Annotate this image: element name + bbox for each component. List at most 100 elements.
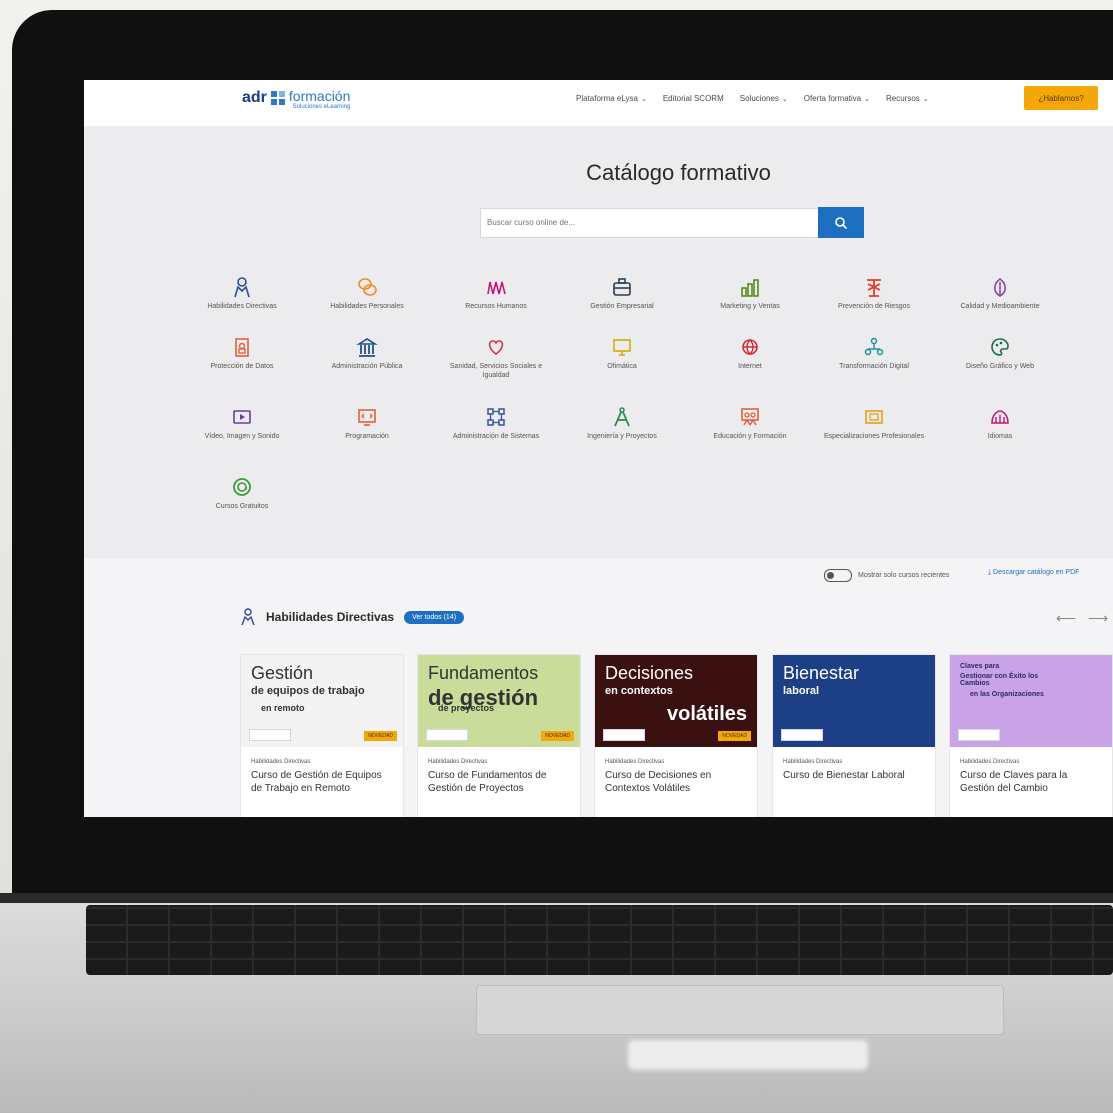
category-item[interactable]: Habilidades Personales bbox=[317, 276, 417, 311]
category-item[interactable]: Protección de Datos bbox=[192, 336, 292, 371]
thumb-line3: volátiles bbox=[667, 703, 748, 725]
adr-mini-logo bbox=[426, 729, 468, 741]
course-card[interactable]: Claves para Gestionar con Éxito los Camb… bbox=[949, 654, 1113, 817]
category-label: Prevención de Riesgos bbox=[838, 303, 910, 310]
chat-bubbles-icon bbox=[358, 278, 377, 296]
site-logo[interactable]: adr formación Soluciones eLearning bbox=[242, 88, 351, 111]
category-label: Ofimática bbox=[607, 363, 637, 370]
arrow-left-icon[interactable]: ⟵ bbox=[1056, 610, 1076, 627]
nav-plataforma-elysa[interactable]: Plataforma eLysa ⌄ bbox=[576, 94, 647, 103]
card-course-name[interactable]: Curso de Bienestar Laboral bbox=[783, 769, 923, 782]
category-item[interactable]: Especializaciones Profesionales bbox=[824, 406, 924, 441]
thumb-line1: Bienestar bbox=[783, 663, 860, 683]
category-label: Recursos Humanos bbox=[465, 303, 527, 310]
adr-mini-logo bbox=[603, 729, 645, 741]
category-item[interactable]: Ofimática bbox=[572, 336, 672, 371]
card-category: Habilidades Directivas bbox=[783, 759, 843, 765]
course-thumbnail[interactable]: Decisiones en contextos volátiles NOVEDA… bbox=[595, 655, 757, 747]
nav-editorial-scorm[interactable]: Editorial SCORM bbox=[663, 94, 724, 103]
arrow-right-icon[interactable]: ⟶ bbox=[1088, 610, 1108, 627]
category-label: Sanidad, Servicios Sociales e Igualdad bbox=[449, 363, 543, 379]
search-button[interactable] bbox=[818, 207, 864, 238]
logo-subtitle: Soluciones eLearning bbox=[292, 104, 351, 110]
category-item[interactable]: Programación bbox=[317, 406, 417, 441]
building-icon bbox=[356, 338, 378, 357]
category-item[interactable]: Calidad y Medioambiente bbox=[950, 276, 1050, 311]
course-thumbnail[interactable]: Claves para Gestionar con Éxito los Camb… bbox=[950, 655, 1112, 747]
palette-icon bbox=[991, 338, 1009, 356]
adr-mini-logo bbox=[781, 729, 823, 741]
monitor-icon bbox=[613, 339, 631, 356]
see-all-badge[interactable]: Ver todos (14) bbox=[404, 610, 465, 624]
course-card[interactable]: Fundamentos de gestión de proyectos NOVE… bbox=[417, 654, 581, 817]
category-label: Protección de Datos bbox=[210, 363, 274, 370]
toggle-switch[interactable] bbox=[824, 569, 852, 582]
thumb-line3: en las Organizaciones bbox=[970, 691, 1044, 698]
card-category: Habilidades Directivas bbox=[428, 759, 488, 765]
course-card[interactable]: Bienestar laboral Habilidades Directivas… bbox=[772, 654, 936, 817]
category-item[interactable]: Vídeo, Imagen y Sonido bbox=[192, 406, 292, 441]
category-item[interactable]: Diseño Gráfico y Web bbox=[950, 336, 1050, 371]
category-label: Habilidades Personales bbox=[330, 303, 404, 310]
nav-oferta-formativa[interactable]: Oferta formativa ⌄ bbox=[804, 94, 870, 103]
free-badge-icon bbox=[233, 478, 251, 496]
category-label: Habilidades Directivas bbox=[207, 303, 277, 310]
card-course-name[interactable]: Curso de Claves para la Gestión del Camb… bbox=[960, 769, 1100, 795]
globe-icon bbox=[742, 339, 758, 355]
main-nav: Plataforma eLysa ⌄ Editorial SCORM Soluci… bbox=[576, 94, 929, 103]
category-label: Programación bbox=[345, 433, 389, 440]
category-item[interactable]: Sanidad, Servicios Sociales e Igualdad bbox=[446, 336, 546, 380]
document-lock-icon bbox=[235, 338, 249, 357]
thumb-line2: en contextos bbox=[605, 685, 673, 697]
category-label: Cursos Gratuitos bbox=[215, 503, 269, 510]
hablamos-button[interactable]: ¿Hablamos? bbox=[1024, 86, 1098, 110]
speech-icon bbox=[991, 410, 1009, 424]
search-input[interactable] bbox=[481, 209, 813, 235]
category-item[interactable]: Administración Pública bbox=[317, 336, 417, 371]
toggle-label: Mostrar solo cursos recientes bbox=[858, 572, 950, 579]
card-course-name[interactable]: Curso de Fundamentos de Gestión de Proye… bbox=[428, 769, 568, 795]
card-course-name[interactable]: Curso de Decisiones en Contextos Volátil… bbox=[605, 769, 745, 795]
site-header: adr formación Soluciones eLearning Plata… bbox=[84, 80, 1113, 127]
course-thumbnail[interactable]: Bienestar laboral bbox=[773, 655, 935, 747]
trackpad bbox=[476, 985, 1004, 1035]
category-label: Gestión Empresarial bbox=[590, 303, 654, 310]
card-category: Habilidades Directivas bbox=[605, 759, 665, 765]
leader-icon bbox=[234, 277, 250, 298]
category-item[interactable]: Ingeniería y Proyectos bbox=[572, 406, 672, 441]
category-item[interactable]: Prevención de Riesgos bbox=[824, 276, 924, 311]
nodes-icon bbox=[487, 408, 505, 426]
category-item[interactable]: Cursos Gratuitos bbox=[192, 476, 292, 511]
category-label: Especializaciones Profesionales bbox=[824, 433, 924, 440]
thumb-line2: de equipos de trabajo bbox=[251, 685, 365, 697]
nav-recursos[interactable]: Recursos ⌄ bbox=[886, 94, 929, 103]
chevron-down-icon: ⌄ bbox=[922, 96, 929, 103]
category-item[interactable]: Habilidades Directivas bbox=[192, 276, 292, 311]
recent-toggle[interactable]: Mostrar solo cursos recientes bbox=[824, 569, 949, 582]
category-item[interactable]: Educación y Formación bbox=[700, 406, 800, 441]
chevron-down-icon: ⌄ bbox=[640, 96, 647, 103]
course-thumbnail[interactable]: Gestión de equipos de trabajo en remoto … bbox=[241, 655, 403, 747]
download-pdf-link[interactable]: ⤓ Descargar catálogo en PDF bbox=[988, 569, 1079, 577]
category-item[interactable]: Transformación Digital bbox=[824, 336, 924, 371]
category-label: Transformación Digital bbox=[839, 363, 909, 370]
nav-soluciones[interactable]: Soluciones ⌄ bbox=[740, 94, 788, 103]
logo-formacion: formación bbox=[288, 88, 351, 104]
course-thumbnail[interactable]: Fundamentos de gestión de proyectos NOVE… bbox=[418, 655, 580, 747]
course-card[interactable]: Gestión de equipos de trabajo en remoto … bbox=[240, 654, 404, 817]
search-box bbox=[480, 208, 820, 238]
category-item[interactable]: Recursos Humanos bbox=[446, 276, 546, 311]
novedad-badge: NOVEDAD bbox=[541, 731, 574, 741]
category-label: Educación y Formación bbox=[713, 433, 787, 440]
category-item[interactable]: Marketing y Ventas bbox=[700, 276, 800, 311]
category-item[interactable]: Internet bbox=[700, 336, 800, 371]
card-course-name[interactable]: Curso de Gestión de Equipos de Trabajo e… bbox=[251, 769, 391, 795]
category-label: Ingeniería y Proyectos bbox=[587, 433, 657, 440]
thumb-line2: Gestionar con Éxito los Cambios bbox=[960, 673, 1039, 687]
chart-icon bbox=[741, 279, 759, 297]
logo-mark-icon bbox=[270, 91, 285, 105]
category-item[interactable]: Idiomas bbox=[950, 406, 1050, 441]
category-item[interactable]: Gestión Empresarial bbox=[572, 276, 672, 311]
category-item[interactable]: Administración de Sistemas bbox=[446, 406, 546, 441]
course-card[interactable]: Decisiones en contextos volátiles NOVEDA… bbox=[594, 654, 758, 817]
